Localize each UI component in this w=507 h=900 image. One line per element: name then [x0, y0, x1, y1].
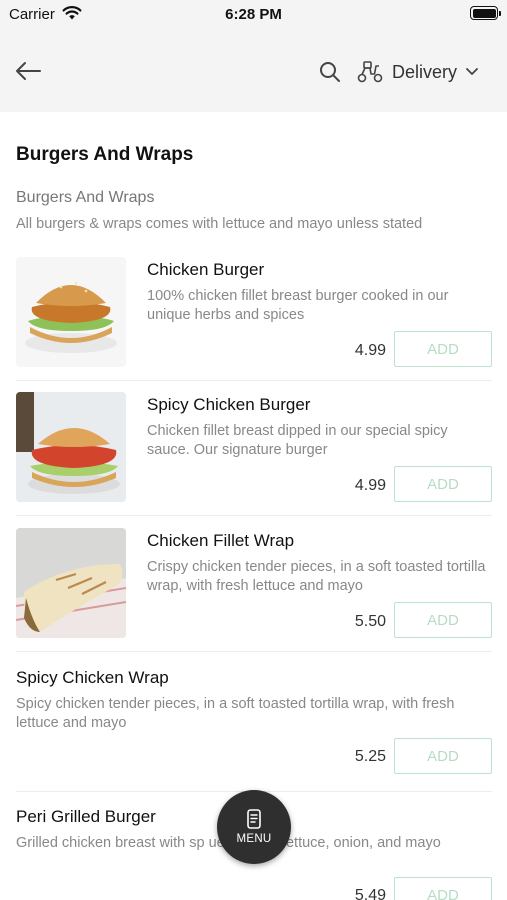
- item-image-chicken-burger: [16, 257, 126, 367]
- menu-floating-button[interactable]: MENU: [217, 790, 291, 864]
- item-name: Chicken Burger: [147, 260, 265, 279]
- item-image-spicy-chicken-burger: [16, 392, 126, 502]
- battery-icon: [470, 6, 501, 20]
- back-arrow-icon: [16, 62, 41, 80]
- item-name: Spicy Chicken Burger: [147, 395, 311, 414]
- chevron-down-icon: [466, 68, 478, 75]
- menu-content: Burgers And Wraps Burgers And Wraps All …: [0, 112, 507, 900]
- menu-item[interactable]: Chicken Burger 100% chicken fillet breas…: [16, 257, 492, 382]
- item-price: 5.49: [354, 887, 386, 900]
- back-button[interactable]: [12, 56, 44, 86]
- menu-card-icon: [247, 809, 261, 829]
- item-price: 4.99: [354, 477, 386, 494]
- item-image-chicken-fillet-wrap: [16, 528, 126, 638]
- clock-time: 6:28 PM: [225, 6, 282, 23]
- item-divider: [16, 515, 492, 516]
- delivery-mode-selector[interactable]: Delivery: [356, 58, 479, 86]
- menu-item[interactable]: Spicy Chicken Wrap Spicy chicken tender …: [16, 665, 492, 793]
- item-description: Spicy chicken tender pieces, in a soft t…: [16, 696, 455, 731]
- add-button[interactable]: ADD: [394, 331, 492, 367]
- section-title: Burgers And Wraps: [16, 189, 155, 206]
- section-description: All burgers & wraps comes with lettuce a…: [16, 216, 423, 232]
- item-description: Chicken fillet breast dipped in our spec…: [147, 423, 448, 458]
- delivery-label: Delivery: [392, 61, 458, 82]
- item-name: Chicken Fillet Wrap: [147, 531, 295, 550]
- search-icon: [320, 62, 340, 82]
- item-description: Crispy chicken tender pieces, in a soft …: [147, 559, 486, 594]
- item-divider: [16, 380, 492, 381]
- menu-item[interactable]: Chicken Fillet Wrap Crispy chicken tende…: [16, 528, 492, 653]
- item-name: Spicy Chicken Wrap: [16, 668, 169, 687]
- item-description: 100% chicken fillet breast burger cooked…: [147, 288, 449, 323]
- add-button[interactable]: ADD: [394, 877, 492, 900]
- add-button[interactable]: ADD: [394, 602, 492, 638]
- item-price: 4.99: [354, 342, 386, 359]
- item-price: 5.50: [354, 613, 386, 630]
- menu-label: MENU: [236, 833, 272, 845]
- scooter-icon: [357, 61, 383, 83]
- add-button[interactable]: ADD: [394, 466, 492, 502]
- item-price: 5.25: [354, 748, 386, 765]
- item-divider: [16, 651, 492, 652]
- search-button[interactable]: [318, 60, 342, 84]
- add-button[interactable]: ADD: [394, 738, 492, 774]
- menu-item[interactable]: Spicy Chicken Burger Chicken fillet brea…: [16, 392, 492, 517]
- status-bar: Carrier 6:28 PM: [0, 0, 507, 30]
- top-nav-bar: Delivery: [0, 30, 507, 112]
- page-title: Burgers And Wraps: [16, 144, 194, 165]
- item-name: Peri Grilled Burger: [16, 807, 156, 826]
